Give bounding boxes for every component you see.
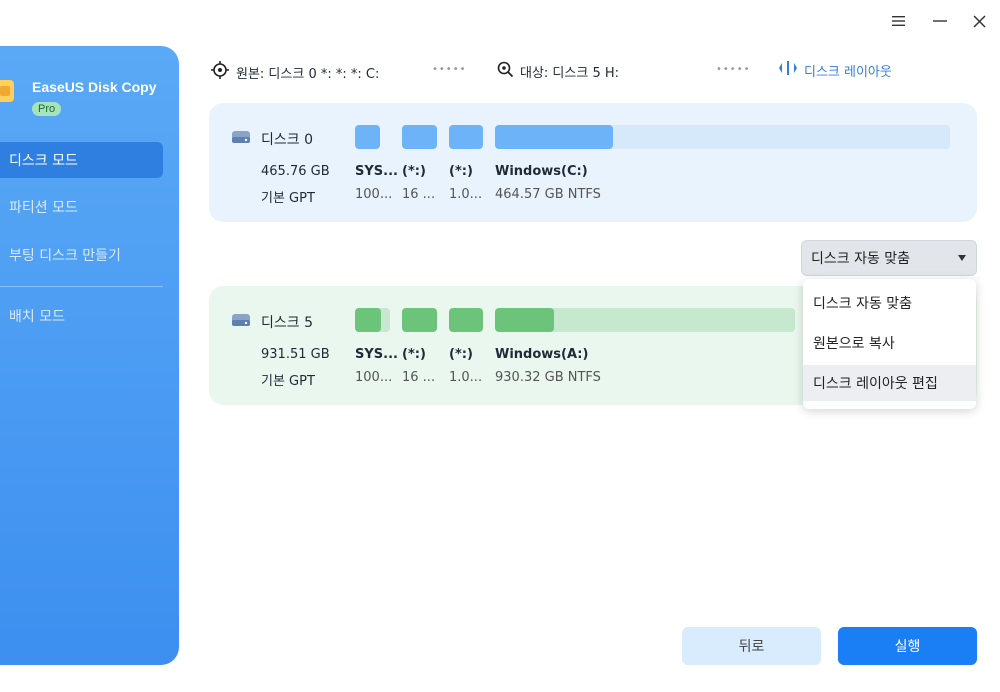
sidebar-item-label: 파티션 모드 bbox=[9, 200, 78, 216]
partition-label: (*:) bbox=[449, 164, 473, 179]
back-button-label: 뒤로 bbox=[738, 639, 765, 655]
sidebar-item-label: 부팅 디스크 만들기 bbox=[9, 248, 121, 264]
sidebar-item-disk-mode[interactable]: 디스크 모드 bbox=[0, 142, 163, 178]
partition-detail: 1.0... bbox=[449, 187, 483, 202]
source-disk-card[interactable]: 디스크 0 465.76 GB 기본 GPT SYS... (*:) (*:) … bbox=[209, 103, 977, 222]
partition-block[interactable] bbox=[495, 125, 950, 149]
crosshair-icon bbox=[210, 60, 230, 84]
partition-used-fill bbox=[495, 308, 554, 332]
partition-detail: 464.57 GB NTFS bbox=[495, 187, 601, 202]
partition-label: SYS... bbox=[355, 164, 398, 179]
app-name: EaseUS Disk Copy bbox=[32, 79, 157, 95]
disk-size: 465.76 GB bbox=[261, 164, 330, 179]
partition-block[interactable] bbox=[449, 308, 483, 332]
copy-summary-bar: 원본: 디스크 0 *: *: *: C: ••••• 대상: 디스크 5 H:… bbox=[210, 60, 950, 84]
sidebar-item-label: 배치 모드 bbox=[9, 309, 65, 325]
clone-mode-select[interactable]: 디스크 자동 맞춤 bbox=[801, 240, 977, 276]
partition-label: (*:) bbox=[449, 347, 473, 362]
option-label: 원본으로 복사 bbox=[813, 336, 895, 352]
source-summary: 원본: 디스크 0 *: *: *: C: bbox=[210, 60, 379, 84]
partition-block[interactable] bbox=[495, 308, 795, 332]
target-summary: 대상: 디스크 5 H: bbox=[496, 60, 619, 82]
disk-layout-link[interactable]: 디스크 레이아웃 bbox=[778, 60, 892, 80]
target-summary-text: 대상: 디스크 5 H: bbox=[520, 65, 620, 81]
partition-detail: 1.0... bbox=[449, 370, 483, 385]
partition-label: Windows(C:) bbox=[495, 164, 588, 179]
option-copy-as-source[interactable]: 원본으로 복사 bbox=[803, 325, 976, 361]
sidebar-item-batch-mode[interactable]: 배치 모드 bbox=[0, 298, 163, 334]
menu-icon[interactable] bbox=[888, 10, 910, 32]
hard-drive-icon bbox=[231, 129, 251, 143]
partition-used-fill bbox=[495, 125, 613, 149]
sidebar-item-partition-mode[interactable]: 파티션 모드 bbox=[0, 189, 163, 225]
partition-detail: 16 ... bbox=[402, 187, 436, 202]
arrow-dots: ••••• bbox=[716, 64, 751, 75]
close-icon[interactable] bbox=[968, 10, 990, 32]
clone-mode-menu: 디스크 자동 맞춤 원본으로 복사 디스크 레이아웃 편집 bbox=[803, 279, 976, 409]
sidebar-item-boot-disk[interactable]: 부팅 디스크 만들기 bbox=[0, 237, 163, 273]
hard-drive-icon bbox=[231, 312, 251, 326]
option-label: 디스크 레이아웃 편집 bbox=[813, 376, 938, 392]
partition-label: (*:) bbox=[402, 347, 426, 362]
pro-badge: Pro bbox=[32, 102, 62, 116]
run-button-label: 실행 bbox=[894, 639, 921, 655]
app-logo-icon bbox=[0, 76, 16, 104]
run-button[interactable]: 실행 bbox=[838, 627, 977, 665]
disk-name: 디스크 0 bbox=[261, 132, 313, 148]
partition-detail: 930.32 GB NTFS bbox=[495, 370, 601, 385]
sidebar-item-label: 디스크 모드 bbox=[9, 153, 78, 169]
partition-block[interactable] bbox=[402, 125, 437, 149]
sidebar: EaseUS Disk Copy Pro 디스크 모드 파티션 모드 부팅 디스… bbox=[0, 46, 179, 665]
disk-type: 기본 GPT bbox=[261, 191, 315, 206]
arrow-dots: ••••• bbox=[432, 64, 467, 75]
partition-block[interactable] bbox=[355, 308, 390, 332]
partition-label: SYS... bbox=[355, 347, 398, 362]
back-button[interactable]: 뒤로 bbox=[682, 627, 821, 665]
partition-detail: 100... bbox=[355, 370, 393, 385]
minimize-icon[interactable] bbox=[929, 10, 951, 32]
option-auto-fit[interactable]: 디스크 자동 맞춤 bbox=[803, 285, 976, 321]
partition-used-fill bbox=[355, 308, 381, 332]
disk-type: 기본 GPT bbox=[261, 374, 315, 389]
partition-block[interactable] bbox=[449, 125, 483, 149]
sidebar-divider bbox=[0, 286, 163, 287]
partition-detail: 100... bbox=[355, 187, 393, 202]
disk-size: 931.51 GB bbox=[261, 347, 330, 362]
target-search-icon bbox=[496, 60, 514, 82]
partition-block[interactable] bbox=[355, 125, 380, 149]
disk-name: 디스크 5 bbox=[261, 315, 313, 331]
partition-label: Windows(A:) bbox=[495, 347, 589, 362]
clone-mode-selected: 디스크 자동 맞춤 bbox=[811, 251, 911, 267]
option-edit-layout[interactable]: 디스크 레이아웃 편집 bbox=[803, 365, 976, 401]
option-label: 디스크 자동 맞춤 bbox=[813, 296, 913, 312]
caret-down-icon bbox=[958, 255, 966, 261]
split-layout-icon bbox=[778, 60, 798, 80]
partition-label: (*:) bbox=[402, 164, 426, 179]
partition-detail: 16 ... bbox=[402, 370, 436, 385]
disk-layout-label: 디스크 레이아웃 bbox=[804, 64, 892, 80]
partition-block[interactable] bbox=[402, 308, 437, 332]
source-summary-text: 원본: 디스크 0 *: *: *: C: bbox=[236, 66, 380, 82]
